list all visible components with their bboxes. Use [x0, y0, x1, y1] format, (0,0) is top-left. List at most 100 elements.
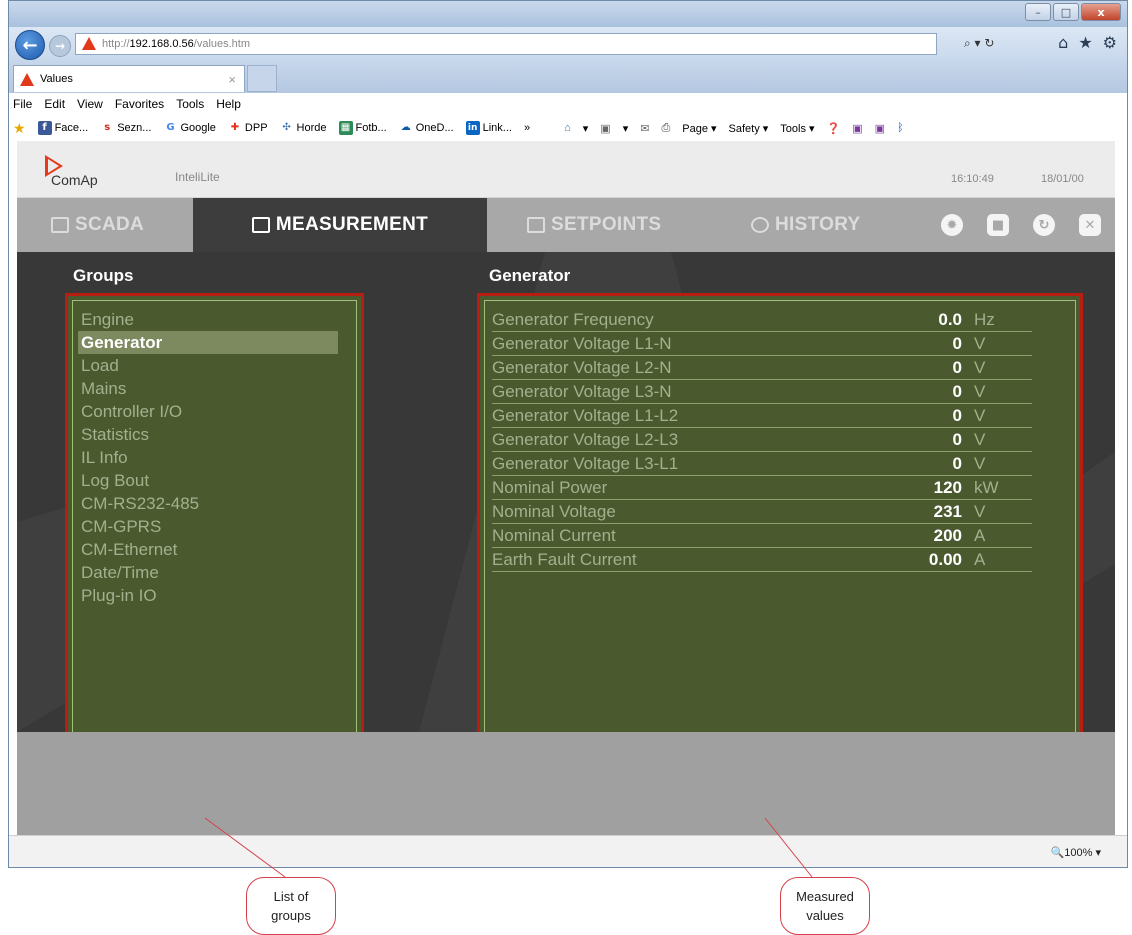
safety-menu[interactable]: Safety ▾ [729, 122, 769, 135]
group-date-time[interactable]: Date/Time [78, 561, 338, 584]
tab-close-icon[interactable]: × [228, 72, 236, 87]
group-cm-gprs[interactable]: CM-GPRS [78, 515, 338, 538]
values-callout: Measured values [780, 877, 870, 935]
tab-scada[interactable]: SCADA [51, 198, 144, 252]
group-cm-rs232-485[interactable]: CM-RS232-485 [78, 492, 338, 515]
favorite-linkedin[interactable]: in Link... [465, 121, 512, 135]
value-label: Generator Frequency [492, 310, 654, 329]
close-app-icon[interactable]: ✕ [1079, 214, 1101, 236]
value-row: Nominal Current 200 A [492, 524, 1032, 548]
menu-file[interactable]: File [13, 97, 32, 111]
address-bar[interactable]: http://192.168.0.56/values.htm [75, 33, 937, 55]
app-viewport: ComAp InteliLite 16:10:49 18/01/00 SCADA… [17, 141, 1115, 835]
onenote-send-icon[interactable]: ▣ [875, 122, 885, 135]
onenote-icon[interactable]: ▣ [852, 122, 862, 135]
linkedin-icon: in [465, 121, 480, 135]
group-log-bout[interactable]: Log Bout [78, 469, 338, 492]
print-icon[interactable]: ⎙ [661, 122, 670, 135]
menu-tools[interactable]: Tools [176, 97, 204, 111]
group-il-info[interactable]: IL Info [78, 446, 338, 469]
groups-panel: Engine Generator Load Mains Controller I… [65, 293, 364, 732]
menu-edit[interactable]: Edit [44, 97, 65, 111]
feeds-icon[interactable]: ▣ [600, 122, 610, 135]
url-path: /values.htm [193, 38, 251, 50]
menu-view[interactable]: View [77, 97, 103, 111]
favorites-star-icon[interactable]: ★ [1078, 33, 1092, 52]
browser-tab-values[interactable]: Values × [13, 65, 245, 92]
value-row: Generator Frequency 0.0 Hz [492, 308, 1032, 332]
mail-icon[interactable]: ✉ [640, 122, 649, 135]
value-label: Nominal Current [492, 526, 616, 545]
value-number: 0 [952, 382, 962, 401]
tab-history[interactable]: HISTORY [751, 198, 861, 252]
title-bar: – □ x [9, 1, 1127, 27]
group-statistics[interactable]: Statistics [78, 423, 338, 446]
setpoints-icon [527, 217, 545, 233]
group-generator[interactable]: Generator [78, 331, 338, 354]
value-unit: V [974, 502, 986, 521]
tab-setpoints[interactable]: SETPOINTS [527, 198, 661, 252]
horde-icon: ✣ [279, 121, 294, 135]
tools-menu[interactable]: Tools ▾ [780, 122, 814, 135]
favorite-facebook[interactable]: f Face... [37, 121, 88, 135]
value-label: Nominal Voltage [492, 502, 616, 521]
status-bar: 🔍100% ▾ [9, 835, 1127, 867]
favorite-seznam[interactable]: s Sezn... [100, 121, 151, 135]
main-nav: SCADA MEASUREMENT SETPOINTS HISTORY ✹ ■ … [17, 198, 1115, 252]
settings-gear-icon[interactable]: ⚙ [1103, 33, 1117, 52]
home-menu-icon[interactable]: ⌂ [564, 122, 571, 134]
group-controller-io[interactable]: Controller I/O [78, 400, 338, 423]
more-favorites-chevron-icon[interactable]: » [524, 122, 530, 134]
favorite-fotb[interactable]: ▦ Fotb... [338, 121, 387, 135]
group-load[interactable]: Load [78, 354, 338, 377]
value-row: Nominal Power 120 kW [492, 476, 1032, 500]
favorite-dpp[interactable]: ✚ DPP [227, 121, 268, 135]
groups-list: Engine Generator Load Mains Controller I… [78, 308, 338, 607]
favorite-onedrive[interactable]: ☁ OneD... [398, 121, 454, 135]
maximize-button[interactable]: □ [1053, 3, 1079, 21]
group-cm-ethernet[interactable]: CM-Ethernet [78, 538, 338, 561]
onedrive-icon: ☁ [398, 121, 413, 135]
home-dropdown[interactable]: ▾ [583, 122, 589, 135]
value-number: 200 [933, 526, 962, 545]
value-label: Generator Voltage L2-L3 [492, 430, 679, 449]
menu-help[interactable]: Help [216, 97, 241, 111]
favorites-star-add-icon[interactable]: ★ [13, 120, 26, 137]
value-label: Generator Voltage L3-L1 [492, 454, 679, 473]
value-label: Generator Voltage L1-N [492, 334, 672, 353]
back-button[interactable]: ← [15, 30, 45, 60]
value-unit: V [974, 430, 986, 449]
refresh-icon[interactable]: ↻ [1033, 214, 1055, 236]
favorite-google[interactable]: G Google [163, 121, 216, 135]
favorite-horde[interactable]: ✣ Horde [279, 121, 327, 135]
help-icon[interactable]: ❓ [827, 122, 841, 135]
tab-measurement[interactable]: MEASUREMENT [193, 198, 487, 252]
lock-icon[interactable]: ■ [987, 214, 1009, 236]
zoom-level[interactable]: 🔍100% ▾ [1051, 846, 1101, 859]
group-mains[interactable]: Mains [78, 377, 338, 400]
bluetooth-icon[interactable]: ᛒ [897, 122, 904, 134]
value-label: Generator Voltage L2-N [492, 358, 672, 377]
search-refresh-icon[interactable]: ⌕ ▾ ↻ [964, 36, 994, 51]
forward-button[interactable]: → [49, 35, 71, 57]
brand-name: ComAp [51, 172, 98, 188]
settings-gear-button-icon[interactable]: ✹ [941, 214, 963, 236]
value-row: Generator Voltage L2-N 0 V [492, 356, 1032, 380]
value-row: Earth Fault Current 0.00 A [492, 548, 1032, 572]
page-menu[interactable]: Page ▾ [682, 122, 716, 135]
new-tab-button[interactable] [247, 65, 277, 92]
values-table: Generator Frequency 0.0 Hz Generator Voltag… [492, 308, 1032, 572]
value-row: Nominal Voltage 231 V [492, 500, 1032, 524]
group-engine[interactable]: Engine [78, 308, 338, 331]
app-header: ComAp InteliLite 16:10:49 18/01/00 [17, 141, 1115, 198]
value-label: Generator Voltage L1-L2 [492, 406, 679, 425]
menu-favorites[interactable]: Favorites [115, 97, 164, 111]
feeds-dropdown[interactable]: ▾ [623, 122, 629, 135]
value-unit: Hz [974, 310, 995, 329]
value-unit: V [974, 406, 986, 425]
group-plug-in-io[interactable]: Plug-in IO [78, 584, 338, 607]
minimize-button[interactable]: – [1025, 3, 1051, 21]
close-window-button[interactable]: x [1081, 3, 1121, 21]
home-icon[interactable]: ⌂ [1058, 33, 1068, 52]
value-unit: A [974, 526, 986, 545]
